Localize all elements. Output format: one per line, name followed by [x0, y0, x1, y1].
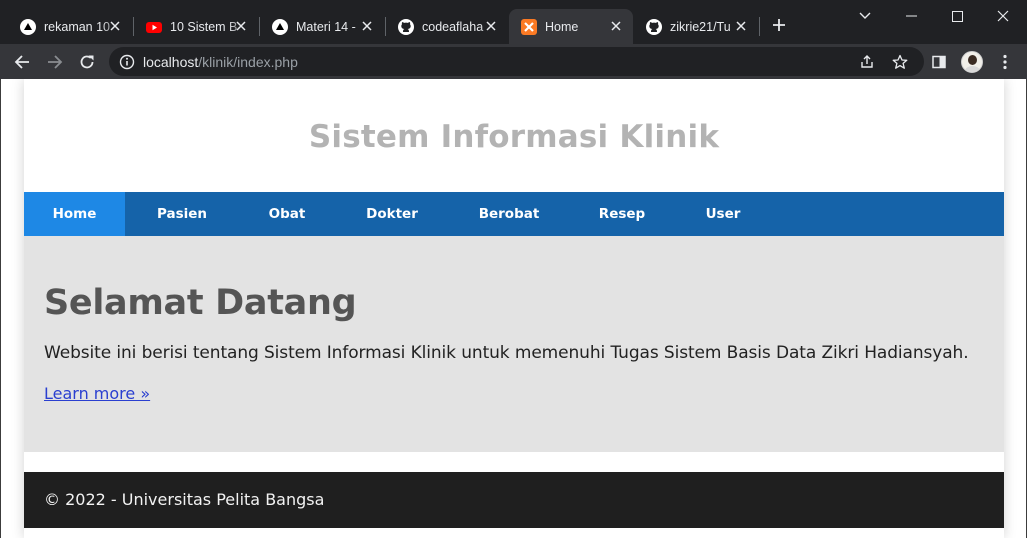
bookmark-star-icon[interactable] [891, 53, 909, 71]
forward-button[interactable] [43, 50, 67, 74]
page-container: Sistem Informasi Klinik Home Pasien Obat… [24, 79, 1004, 538]
nav-home[interactable]: Home [24, 192, 125, 236]
jumbotron: Selamat Datang Website ini berisi tentan… [24, 236, 1004, 452]
nav-pasien[interactable]: Pasien [125, 192, 239, 236]
url-host: localhost [143, 54, 199, 70]
site-footer: © 2022 - Universitas Pelita Bangsa [24, 472, 1004, 528]
nav-dokter[interactable]: Dokter [335, 192, 449, 236]
maximize-button[interactable] [934, 0, 980, 32]
nav-berobat[interactable]: Berobat [449, 192, 569, 236]
learn-more-link[interactable]: Learn more » [44, 384, 150, 403]
vercel-triangle-icon [20, 18, 36, 35]
share-icon[interactable] [858, 53, 876, 71]
hero-text: Website ini berisi tentang Sistem Inform… [44, 343, 969, 363]
menu-kebab-button[interactable] [993, 50, 1017, 74]
browser-tab[interactable]: zikrie21/Tu [634, 9, 758, 44]
browser-tab-strip: rekaman 10 10 Sistem B Materi 14 - codea… [0, 0, 1027, 44]
close-icon[interactable] [106, 17, 124, 35]
footer-text: © 2022 - Universitas Pelita Bangsa [44, 490, 325, 509]
nav-user[interactable]: User [675, 192, 771, 236]
youtube-icon [146, 19, 162, 35]
github-icon [398, 18, 414, 35]
site-nav: Home Pasien Obat Dokter Berobat Resep Us… [24, 192, 1004, 236]
nav-resep[interactable]: Resep [569, 192, 675, 236]
browser-toolbar: localhost/klinik/index.php [0, 44, 1027, 79]
close-icon[interactable] [232, 17, 250, 35]
close-icon[interactable] [607, 17, 625, 35]
vercel-triangle-icon [272, 18, 288, 35]
minimize-button[interactable] [888, 0, 934, 32]
hero-heading: Selamat Datang [44, 283, 357, 323]
page-viewport: Sistem Informasi Klinik Home Pasien Obat… [0, 79, 1027, 538]
reload-button[interactable] [75, 50, 99, 74]
nav-obat[interactable]: Obat [239, 192, 335, 236]
profile-avatar[interactable] [960, 50, 984, 74]
close-icon[interactable] [482, 17, 500, 35]
site-header: Sistem Informasi Klinik [24, 79, 1004, 192]
url-path: /klinik/index.php [198, 54, 298, 70]
close-window-button[interactable] [980, 0, 1026, 32]
site-title: Sistem Informasi Klinik [308, 118, 720, 155]
browser-tab[interactable]: 10 Sistem B [134, 9, 258, 44]
back-button[interactable] [10, 50, 34, 74]
url-text: localhost/klinik/index.php [143, 54, 298, 70]
side-panel-button[interactable] [927, 50, 951, 74]
browser-tab[interactable]: codeaflaha [386, 9, 508, 44]
close-icon[interactable] [732, 17, 750, 35]
avatar [961, 51, 983, 73]
tab-search-button[interactable] [842, 0, 888, 32]
browser-tab[interactable]: Materi 14 - [260, 9, 384, 44]
github-icon [646, 18, 662, 35]
browser-tab[interactable]: rekaman 10 [8, 9, 132, 44]
new-tab-button[interactable] [768, 14, 790, 36]
browser-tab-active[interactable]: Home [509, 9, 633, 44]
address-bar[interactable]: localhost/klinik/index.php [109, 47, 924, 76]
info-icon[interactable] [118, 53, 136, 71]
xampp-icon [521, 18, 537, 35]
close-icon[interactable] [358, 17, 376, 35]
